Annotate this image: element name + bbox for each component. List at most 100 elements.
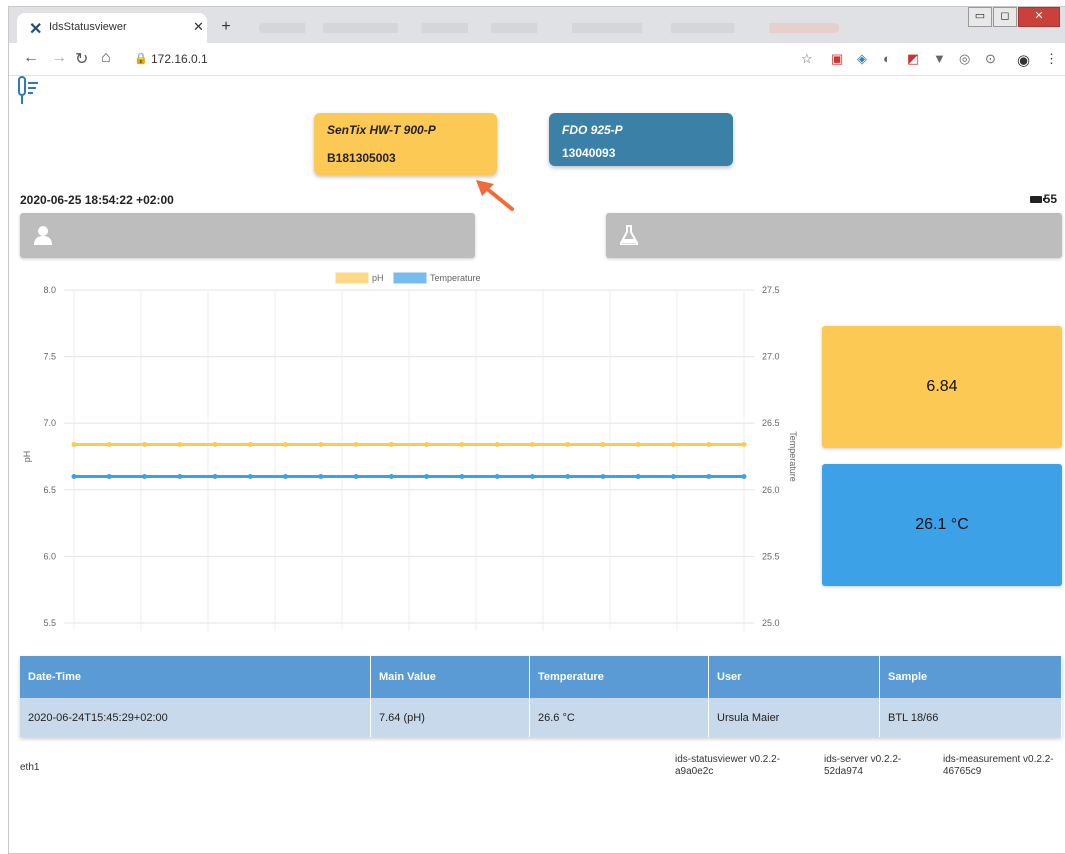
back-icon[interactable]: ← <box>23 49 39 67</box>
flask-icon <box>620 225 638 245</box>
column-header[interactable]: User <box>708 656 880 698</box>
column-header[interactable]: Temperature <box>529 656 709 698</box>
sample-panel[interactable] <box>606 213 1062 258</box>
data-point <box>142 473 148 479</box>
minimize-button[interactable]: ▭ <box>968 7 992 27</box>
table-cell: 7.64 (pH) <box>370 698 530 737</box>
table-cell: 26.6 °C <box>529 698 709 737</box>
maximize-button[interactable]: ◻ <box>993 7 1017 27</box>
data-point <box>600 442 606 448</box>
window-controls: ▭ ◻ ✕ <box>967 7 1060 27</box>
y2-tick-label: 27.5 <box>762 285 780 295</box>
user-panel[interactable] <box>20 213 475 258</box>
extension-icon[interactable]: ◐ <box>883 51 891 66</box>
new-tab-button[interactable]: + <box>215 17 237 39</box>
battery-indicator: 55 <box>1029 192 1057 206</box>
forward-icon[interactable]: → <box>51 49 67 67</box>
data-point <box>353 473 359 479</box>
extension-icon[interactable]: ⊙ <box>985 51 996 67</box>
temperature-value: 26.1 °C <box>915 516 969 533</box>
y2-tick-label: 26.0 <box>762 485 780 495</box>
data-point <box>600 473 606 479</box>
y-tick-label: 7.0 <box>43 418 56 428</box>
data-point <box>388 442 394 448</box>
ph-value: 6.84 <box>926 378 958 395</box>
data-point <box>106 473 112 479</box>
browser-tab[interactable]: ✕ IdsStatusviewer ✕ <box>17 13 207 43</box>
table-cell: BTL 18/66 <box>879 698 1062 737</box>
table-cell: 2020-06-24T15:45:29+02:00 <box>20 698 371 737</box>
sensor-card-sentix[interactable]: SenTix HW-T 900-P B181305003 <box>314 113 497 175</box>
measurement-version: ids-measurement v0.2.2-46765c9 <box>943 754 1054 777</box>
profile-icon[interactable]: ◉ <box>1017 51 1030 69</box>
tab-bar: ✕ IdsStatusviewer ✕ + ▭ ◻ ✕ <box>9 7 1065 43</box>
data-point <box>283 442 289 448</box>
data-point <box>670 473 676 479</box>
lock-icon: 🔒 <box>134 53 148 65</box>
data-point <box>459 442 465 448</box>
address-bar: ← → ↻ ⌂ 🔒 172.16.0.1 ☆ ▣ ◈ ◐ ◩ ▼ ◎ ⊙ ◉ ⋮ <box>9 43 1065 76</box>
measurement-chart: 8.0 27.5 7.5 27.0 7.0 26.5 6.5 26.0 6.0 25.5 5.5 25… <box>22 272 798 631</box>
url-field[interactable]: 172.16.0.1 <box>151 52 208 66</box>
data-point <box>494 473 500 479</box>
temperature-value-box: 26.1 °C <box>822 464 1062 586</box>
menu-icon[interactable]: ⋮ <box>1045 51 1058 67</box>
data-point <box>706 473 712 479</box>
data-point <box>670 442 676 448</box>
column-header[interactable]: Sample <box>879 656 1062 698</box>
extension-icon[interactable]: ◎ <box>959 51 970 67</box>
battery-icon <box>1029 195 1045 203</box>
data-point <box>741 442 747 448</box>
column-header[interactable]: Date-Time <box>20 656 371 698</box>
bookmark-star-icon[interactable]: ☆ <box>801 51 813 67</box>
table-header-row: Date-Time Main Value Temperature User Sa… <box>20 656 1062 698</box>
data-point <box>424 473 430 479</box>
network-interface: eth1 <box>20 762 40 773</box>
data-point <box>529 473 535 479</box>
extension-icon[interactable]: ▣ <box>831 51 843 67</box>
y-tick-label: 8.0 <box>43 285 56 295</box>
legend-label: Temperature <box>430 273 481 283</box>
data-point <box>212 473 218 479</box>
current-datetime: 2020-06-25 18:54:22 +02:00 <box>20 193 174 207</box>
data-point <box>424 442 430 448</box>
table-row[interactable]: 2020-06-24T15:45:29+02:00 7.64 (pH) 26.6… <box>20 698 1062 737</box>
home-icon[interactable]: ⌂ <box>101 49 111 67</box>
sensor-name: SenTix HW-T 900-P <box>327 123 436 137</box>
data-point <box>71 442 77 448</box>
pdf-extension-icon[interactable]: ◩ <box>907 51 919 67</box>
y-tick-label: 7.5 <box>43 352 56 362</box>
y2-axis-title: Temperature <box>788 431 798 482</box>
close-window-button[interactable]: ✕ <box>1018 7 1060 27</box>
y2-tick-label: 26.5 <box>762 418 780 428</box>
table-cell: Ursula Maier <box>708 698 880 737</box>
data-point <box>283 473 289 479</box>
reload-icon[interactable]: ↻ <box>75 49 88 69</box>
sensor-name: FDO 925-P <box>562 123 623 137</box>
annotation-arrow-icon <box>476 180 514 211</box>
data-point <box>741 473 747 479</box>
data-point <box>71 473 77 479</box>
column-header[interactable]: Main Value <box>370 656 530 698</box>
data-point <box>388 473 394 479</box>
blurred-bookmarks <box>259 23 839 33</box>
sensor-id: B181305003 <box>327 151 396 165</box>
statusviewer-version: ids-statusviewer v0.2.2-a9a0e2c <box>675 754 781 777</box>
data-point <box>318 442 324 448</box>
close-tab-icon[interactable]: ✕ <box>193 19 204 35</box>
battery-level: 55 <box>1043 192 1057 206</box>
data-point <box>635 442 641 448</box>
data-point <box>106 442 112 448</box>
measurement-history-table: Date-Time Main Value Temperature User Sa… <box>20 656 1062 737</box>
sensor-card-fdo[interactable]: FDO 925-P 13040093 <box>549 113 733 166</box>
pocket-icon[interactable]: ▼ <box>933 51 946 66</box>
y-tick-label: 5.5 <box>43 618 56 628</box>
extension-icon[interactable]: ◈ <box>857 51 867 67</box>
data-point <box>177 473 183 479</box>
y-axis-title: pH <box>22 451 32 463</box>
sensor-id: 13040093 <box>562 146 616 160</box>
data-point <box>177 442 183 448</box>
tab-title: IdsStatusviewer <box>49 21 127 33</box>
data-point <box>635 473 641 479</box>
y2-tick-label: 25.0 <box>762 618 780 628</box>
